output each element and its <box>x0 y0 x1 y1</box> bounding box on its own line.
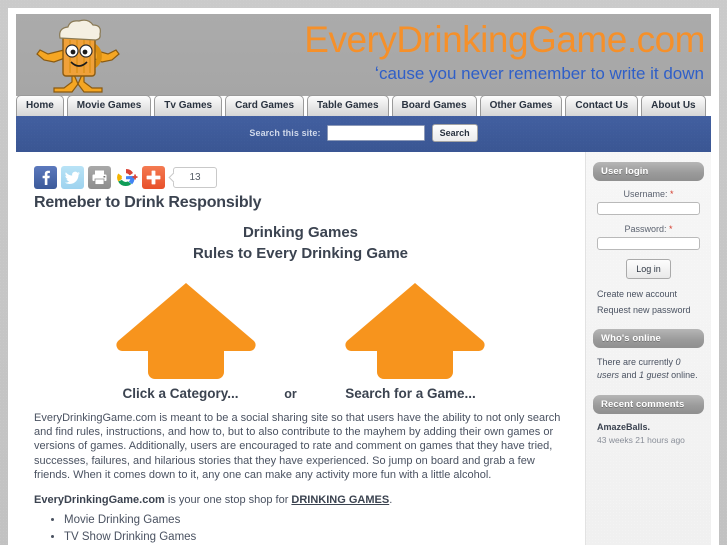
recent-comment-title[interactable]: AmazeBalls. <box>597 422 700 432</box>
up-arrow-icon-left[interactable] <box>112 280 260 380</box>
cta-click-category: Click a Category... <box>122 386 239 401</box>
nav-item-movie-games[interactable]: Movie Games <box>66 95 152 116</box>
password-label-text: Password: <box>624 224 667 234</box>
page-columns: 13 Remeber to Drink Responsibly Drinking… <box>16 152 711 545</box>
primary-navigation: Home Movie Games Tv Games Card Games Tab… <box>16 95 709 116</box>
whos-online-guests: 1 guest <box>639 369 669 380</box>
username-input[interactable] <box>597 202 700 215</box>
print-icon[interactable] <box>88 166 111 189</box>
list-item[interactable]: TV Show Drinking Games <box>64 529 567 545</box>
nav-item-card-games[interactable]: Card Games <box>225 95 305 116</box>
recent-comments-title: Recent comments <box>593 395 704 414</box>
rules-heading: Rules to Every Drinking Game <box>192 245 409 262</box>
whos-online-body: There are currently 0 users and 1 guest … <box>593 348 704 381</box>
search-input[interactable] <box>326 125 425 141</box>
search-label: Search this site: <box>249 128 321 138</box>
search-button[interactable]: Search <box>431 124 478 142</box>
up-arrow-icon-right[interactable] <box>341 280 489 380</box>
cta-or: or <box>284 387 297 401</box>
slogan-text: cause you never remember to write it dow… <box>378 64 704 83</box>
google-plus-icon[interactable] <box>115 166 138 189</box>
recent-comment-time: 43 weeks 21 hours ago <box>597 435 685 445</box>
nav-item-table-games[interactable]: Table Games <box>307 95 389 116</box>
search-band: Search this site: Search <box>16 116 711 152</box>
site-search-form: Search this site: Search <box>16 124 711 142</box>
game-category-list: Movie Drinking Games TV Show Drinking Ga… <box>34 512 567 545</box>
list-item[interactable]: AmazeBalls. 43 weeks 21 hours ago <box>597 422 700 445</box>
whos-online-middle: and <box>619 369 640 380</box>
arrow-row <box>34 272 567 380</box>
one-stop-end: . <box>389 494 393 507</box>
recent-comments-body: AmazeBalls. 43 weeks 21 hours ago <box>593 414 704 445</box>
nav-item-home[interactable]: Home <box>16 95 64 116</box>
log-in-button[interactable]: Log in <box>626 259 671 279</box>
whos-online-suffix: online. <box>668 369 698 380</box>
nav-item-about-us[interactable]: About Us <box>641 95 706 116</box>
password-label: Password: * <box>597 224 700 234</box>
nav-item-other-games[interactable]: Other Games <box>479 95 563 116</box>
whos-online-block: Who's online There are currently 0 users… <box>593 329 704 381</box>
drink-responsibly-heading: Remeber to Drink Responsibly <box>34 194 262 211</box>
cta-search-game: Search for a Game... <box>345 386 476 401</box>
whos-online-text: There are currently 0 users and 1 guest … <box>597 356 700 381</box>
right-sidebar: User login Username: * Password: * Log i… <box>585 152 711 545</box>
beer-mug-mascot-icon[interactable] <box>32 16 124 96</box>
username-label-text: Username: <box>623 189 668 199</box>
password-input[interactable] <box>597 237 700 250</box>
nav-item-tv-games[interactable]: Tv Games <box>154 95 223 116</box>
user-login-title: User login <box>593 162 704 181</box>
one-stop-brand: EveryDrinkingGame.com <box>34 494 165 507</box>
password-required-mark: * <box>669 224 673 234</box>
twitter-icon[interactable] <box>61 166 84 189</box>
addthis-plus-icon[interactable] <box>142 166 165 189</box>
one-stop-shop-line: EveryDrinkingGame.com is your one stop s… <box>34 493 567 507</box>
username-label: Username: * <box>597 189 700 199</box>
user-login-body: Username: * Password: * Log in Create ne… <box>593 181 704 315</box>
main-content: 13 Remeber to Drink Responsibly Drinking… <box>16 152 585 545</box>
intro-paragraph: EveryDrinkingGame.com is meant to be a s… <box>34 412 561 481</box>
create-new-account-link[interactable]: Create new account <box>597 289 700 299</box>
username-required-mark: * <box>670 189 674 199</box>
drinking-games-link[interactable]: DRINKING GAMES <box>291 494 389 506</box>
facebook-icon[interactable] <box>34 166 57 189</box>
one-stop-middle: is your one stop shop for <box>164 494 292 507</box>
drinking-games-heading: Drinking Games <box>242 224 359 241</box>
user-login-block: User login Username: * Password: * Log i… <box>593 162 704 315</box>
site-title[interactable]: EveryDrinkingGame.com <box>304 20 705 60</box>
page-frame: EveryDrinkingGame.com ‘cause you never r… <box>8 8 719 545</box>
nav-item-board-games[interactable]: Board Games <box>391 95 477 116</box>
nav-item-contact-us[interactable]: Contact Us <box>565 95 639 116</box>
share-count-badge[interactable]: 13 <box>173 167 217 188</box>
cta-row: Click a Category... or Search for a Game… <box>34 386 567 401</box>
recent-comments-block: Recent comments AmazeBalls. 43 weeks 21 … <box>593 395 704 445</box>
site-header: EveryDrinkingGame.com ‘cause you never r… <box>16 14 711 96</box>
whos-online-title: Who's online <box>593 329 704 348</box>
request-new-password-link[interactable]: Request new password <box>597 305 700 315</box>
social-share-row: 13 <box>34 166 567 189</box>
list-item[interactable]: Movie Drinking Games <box>64 512 567 529</box>
site-slogan: ‘cause you never remember to write it do… <box>375 64 704 85</box>
whos-online-prefix: There are currently <box>597 357 676 367</box>
